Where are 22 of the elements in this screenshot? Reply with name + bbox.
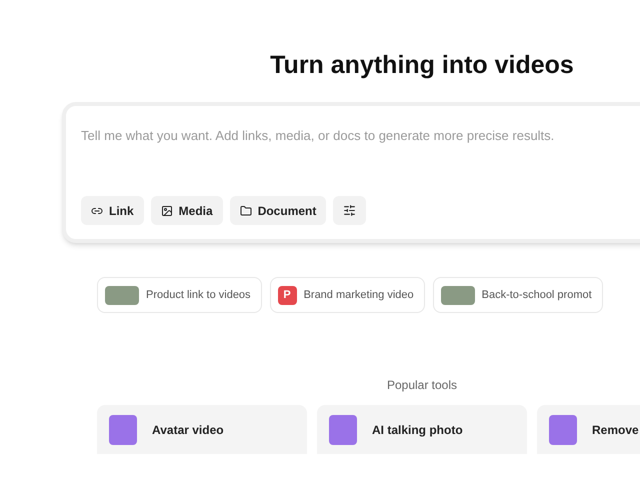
tool-thumbnail bbox=[329, 414, 357, 444]
tool-card[interactable]: Remove bbox=[537, 405, 640, 454]
photo-placeholder bbox=[105, 286, 139, 304]
suggestion-chip[interactable]: Product link to videos bbox=[97, 277, 262, 313]
prompt-field[interactable]: Tell me what you want. Add links, media, or docs to generate more precise results. bbox=[81, 126, 640, 146]
tool-card[interactable]: AI talking photo bbox=[317, 405, 527, 454]
photo-placeholder bbox=[440, 286, 475, 304]
letter-logo: P bbox=[278, 286, 297, 304]
settings-button[interactable] bbox=[333, 196, 366, 225]
suggestion-chip[interactable]: Back-to-school promot bbox=[432, 277, 603, 313]
section-title: Popular tools bbox=[386, 377, 458, 394]
tool-card[interactable]: Avatar video bbox=[97, 405, 307, 454]
settings-icon bbox=[343, 204, 356, 217]
tool-thumbnail bbox=[109, 414, 137, 444]
media-button[interactable]: Media bbox=[150, 196, 223, 225]
document-button[interactable]: Document bbox=[230, 196, 326, 225]
suggestion-chip[interactable]: P Brand marketing video bbox=[270, 277, 425, 313]
tool-thumbnail bbox=[549, 414, 577, 444]
image-icon bbox=[160, 204, 173, 216]
link-button[interactable]: Link bbox=[81, 196, 144, 225]
folder-icon bbox=[240, 204, 252, 216]
page-heading: Turn anything into videos bbox=[269, 50, 575, 80]
